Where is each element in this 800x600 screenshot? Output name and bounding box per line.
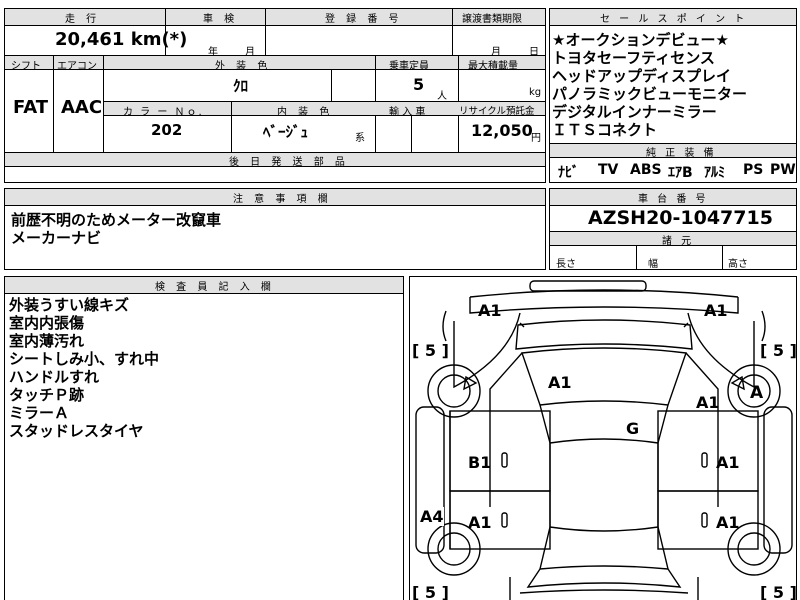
interior-color-header: 内 装 色 [277,107,334,118]
equip-pw: PW [770,162,796,178]
aircon-header: エアコン [57,61,97,72]
aircon-value: AAC [61,97,103,118]
label-front-left: A1 [478,301,502,320]
label-right-fender: A1 [696,393,720,412]
vehicle-info-table: 走 行 車 検 登 録 番 号 譲渡書類期限 20,461 km(*) 年 月 … [4,8,546,183]
label-left-rear-side: A4 [420,507,444,526]
label-wheel-fr: A [750,383,764,403]
equip-alumi: ｱﾙﾐ [704,165,725,181]
width-label: 幅 [648,259,658,270]
registration-header: 登 録 番 号 [325,14,403,25]
interior-color-value: ﾍﾞｰｼﾞｭ [263,123,309,141]
recycle-unit: 円 [531,133,541,144]
label-tire-fl: [ 5 ] [412,341,449,360]
equip-abs: ABS [630,162,662,178]
label-tire-rr: [ 5 ] [760,583,797,600]
notes-panel: 注 意 事 項 欄 前歴不明のためメーター改竄車 メーカーナビ [4,188,546,270]
inspector-line-5: ハンドルすれ [9,368,100,386]
sales-points-header: セ ー ル ス ポ イ ン ト [600,14,748,25]
inspection-header: 車 検 [203,14,239,25]
notes-line-1: 前歴不明のためメーター改竄車 [11,211,222,229]
car-damage-diagram: A1 A1 [ 5 ] [ 5 ] A1 A A1 G B1 A1 A4 A1 … [409,276,797,600]
equip-tv: TV [598,162,619,178]
inspector-panel: 検 査 員 記 入 欄 外装うすい線キズ 室内内張傷 室内薄汚れ シートしみ小、… [4,276,404,600]
sales-point-4: パノラミックビューモニター [552,85,748,103]
mileage-value: 20,461 km(*) [55,29,188,50]
label-tire-fr: [ 5 ] [760,341,797,360]
sales-point-1: ★オークションデビュー★ [552,31,729,49]
color-no-value: 202 [151,121,183,139]
label-right-rear-door: A1 [716,513,740,532]
specs-header: 諸 元 [662,236,695,247]
inspector-line-6: タッチＰ跡 [9,386,85,404]
sales-point-3: ヘッドアップディスプレイ [552,67,731,85]
chassis-header: 車 台 番 号 [638,194,709,205]
chassis-number: AZSH20-1047715 [588,207,773,229]
label-right-front-door: A1 [716,453,740,472]
equip-airbag: ｴｱB [668,165,693,181]
height-label: 高さ [728,259,748,270]
chassis-panel: 車 台 番 号 AZSH20-1047715 諸 元 長さ 幅 高さ [549,188,797,270]
inspector-header: 検 査 員 記 入 欄 [155,282,275,293]
label-left-rear-door: A1 [468,513,492,532]
color-no-header: カ ラ ー Ｎｏ. [123,107,204,118]
exterior-color-header: 外 装 色 [215,61,272,72]
notes-line-2: メーカーナビ [11,229,102,247]
capacity-unit: 人 [437,91,447,102]
interior-color-suffix: 系 [355,133,365,144]
transfer-header: 譲渡書類期限 [462,14,522,25]
shift-value: FAT [13,97,49,118]
inspector-line-2: 室内内張傷 [9,314,85,332]
recycle-header: リサイクル預託金 [459,106,535,117]
label-left-front-door: B1 [468,453,492,472]
inspector-line-7: ミラーＡ [9,404,70,422]
max-load-header: 最大積載量 [468,61,518,72]
notes-header: 注 意 事 項 欄 [233,194,332,205]
sales-point-2: トヨタセーフティセンス [552,49,715,67]
inspector-line-8: スタッドレスタイヤ [9,422,144,440]
car-outline-drawing [415,280,793,600]
label-tire-rl: [ 5 ] [412,583,449,600]
import-header: 輸 入 車 [389,107,426,118]
inspector-line-3: 室内薄汚れ [9,332,85,350]
sales-points-panel: セ ー ル ス ポ イ ン ト ★オークションデビュー★ トヨタセーフティセンス… [549,8,797,183]
shift-header: シフト [11,61,41,72]
capacity-value: 5 [413,75,425,94]
load-unit: kg [529,87,542,98]
inspector-line-4: シートしみ小、すれ中 [9,350,160,368]
equip-ps: PS [743,162,764,178]
label-front-right: A1 [704,301,728,320]
label-roof: G [626,419,640,438]
capacity-header: 乗車定員 [389,61,429,72]
length-label: 長さ [556,259,576,270]
recycle-value: 12,050 [471,121,533,140]
equipment-header: 純 正 装 備 [646,148,717,159]
label-windshield: A1 [548,373,572,392]
parts-header: 後 日 発 送 部 品 [229,157,349,168]
sales-point-5: デジタルインナーミラー [552,103,717,121]
sales-point-6: ＩＴＳコネクト [552,121,658,139]
exterior-color-value: ｸﾛ [233,77,249,95]
mileage-header: 走 行 [65,14,101,25]
inspector-line-1: 外装うすい線キズ [9,296,130,314]
equip-navi: ﾅﾋﾞ [558,165,579,181]
